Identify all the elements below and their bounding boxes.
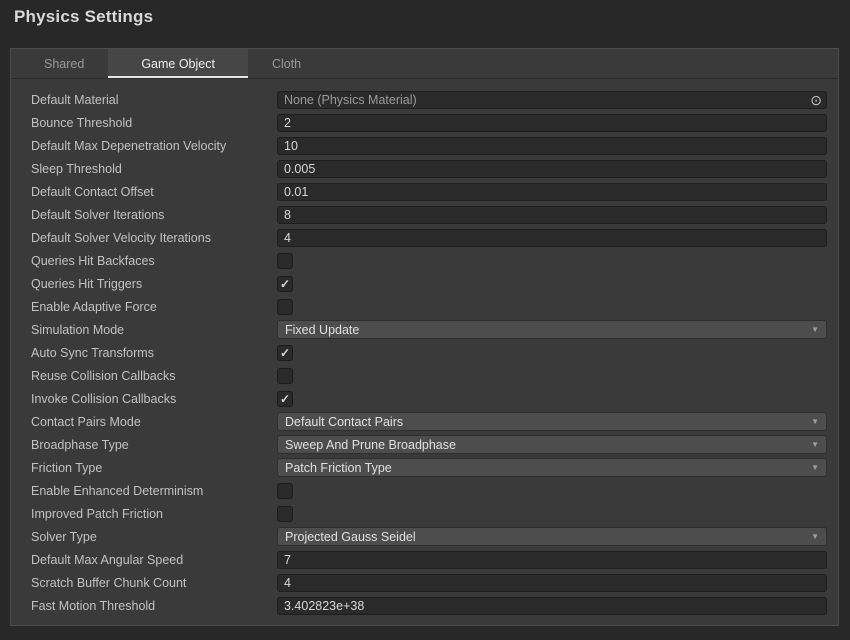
row-contact-pairs-mode: Contact Pairs Mode Default Contact Pairs… — [11, 410, 838, 433]
check-icon: ✓ — [280, 392, 290, 406]
row-default-material: Default Material None (Physics Material)… — [11, 88, 838, 111]
chevron-down-icon: ▼ — [811, 464, 819, 472]
chevron-down-icon: ▼ — [811, 533, 819, 541]
reuse-collision-callbacks-checkbox[interactable] — [277, 368, 293, 384]
field-label: Bounce Threshold — [31, 116, 277, 130]
field-label: Queries Hit Backfaces — [31, 254, 277, 268]
row-queries-hit-triggers: Queries Hit Triggers ✓ — [11, 272, 838, 295]
row-default-solver-velocity-iterations: Default Solver Velocity Iterations — [11, 226, 838, 249]
row-scratch-buffer-chunk-count: Scratch Buffer Chunk Count — [11, 571, 838, 594]
improved-patch-friction-checkbox[interactable] — [277, 506, 293, 522]
tab-cloth[interactable]: Cloth — [248, 49, 325, 78]
row-improved-patch-friction: Improved Patch Friction — [11, 502, 838, 525]
queries-hit-triggers-checkbox[interactable]: ✓ — [277, 276, 293, 292]
field-label: Default Material — [31, 93, 277, 107]
broadphase-type-dropdown[interactable]: Sweep And Prune Broadphase ▼ — [277, 435, 827, 454]
dropdown-value: Fixed Update — [285, 323, 359, 337]
row-sleep-threshold: Sleep Threshold — [11, 157, 838, 180]
field-label: Scratch Buffer Chunk Count — [31, 576, 277, 590]
dropdown-value: Projected Gauss Seidel — [285, 530, 416, 544]
tab-game-object[interactable]: Game Object — [108, 49, 248, 78]
field-label: Default Solver Velocity Iterations — [31, 231, 277, 245]
queries-hit-backfaces-checkbox[interactable] — [277, 253, 293, 269]
object-field-value: None (Physics Material) — [284, 93, 417, 107]
row-bounce-threshold: Bounce Threshold — [11, 111, 838, 134]
row-solver-type: Solver Type Projected Gauss Seidel ▼ — [11, 525, 838, 548]
enable-enhanced-determinism-checkbox[interactable] — [277, 483, 293, 499]
chevron-down-icon: ▼ — [811, 326, 819, 334]
default-material-object-field[interactable]: None (Physics Material) ⊙ — [277, 91, 827, 109]
default-max-angular-speed-input[interactable] — [277, 551, 827, 569]
row-auto-sync-transforms: Auto Sync Transforms ✓ — [11, 341, 838, 364]
row-invoke-collision-callbacks: Invoke Collision Callbacks ✓ — [11, 387, 838, 410]
chevron-down-icon: ▼ — [811, 418, 819, 426]
default-contact-offset-input[interactable] — [277, 183, 827, 201]
friction-type-dropdown[interactable]: Patch Friction Type ▼ — [277, 458, 827, 477]
row-default-contact-offset: Default Contact Offset — [11, 180, 838, 203]
default-solver-iterations-input[interactable] — [277, 206, 827, 224]
physics-settings-window: { "window": { "title": "Physics Settings… — [0, 0, 850, 640]
scratch-buffer-chunk-count-input[interactable] — [277, 574, 827, 592]
field-label: Fast Motion Threshold — [31, 599, 277, 613]
field-label: Contact Pairs Mode — [31, 415, 277, 429]
auto-sync-transforms-checkbox[interactable]: ✓ — [277, 345, 293, 361]
check-icon: ✓ — [280, 277, 290, 291]
field-label: Solver Type — [31, 530, 277, 544]
chevron-down-icon: ▼ — [811, 441, 819, 449]
page-title: Physics Settings — [0, 0, 850, 27]
row-fast-motion-threshold: Fast Motion Threshold — [11, 594, 838, 617]
simulation-mode-dropdown[interactable]: Fixed Update ▼ — [277, 320, 827, 339]
field-label: Broadphase Type — [31, 438, 277, 452]
field-label: Default Max Depenetration Velocity — [31, 139, 277, 153]
field-label: Queries Hit Triggers — [31, 277, 277, 291]
sleep-threshold-input[interactable] — [277, 160, 827, 178]
bounce-threshold-input[interactable] — [277, 114, 827, 132]
row-default-max-depenetration-velocity: Default Max Depenetration Velocity — [11, 134, 838, 157]
invoke-collision-callbacks-checkbox[interactable]: ✓ — [277, 391, 293, 407]
enable-adaptive-force-checkbox[interactable] — [277, 299, 293, 315]
default-max-depenetration-velocity-input[interactable] — [277, 137, 827, 155]
tab-bar: Shared Game Object Cloth — [11, 49, 838, 79]
field-label: Auto Sync Transforms — [31, 346, 277, 360]
row-default-solver-iterations: Default Solver Iterations — [11, 203, 838, 226]
field-label: Sleep Threshold — [31, 162, 277, 176]
field-label: Friction Type — [31, 461, 277, 475]
contact-pairs-mode-dropdown[interactable]: Default Contact Pairs ▼ — [277, 412, 827, 431]
settings-panel: Shared Game Object Cloth Default Materia… — [10, 48, 839, 626]
field-label: Default Solver Iterations — [31, 208, 277, 222]
fast-motion-threshold-input[interactable] — [277, 597, 827, 615]
row-friction-type: Friction Type Patch Friction Type ▼ — [11, 456, 838, 479]
field-label: Default Contact Offset — [31, 185, 277, 199]
field-label: Reuse Collision Callbacks — [31, 369, 277, 383]
field-label: Invoke Collision Callbacks — [31, 392, 277, 406]
row-simulation-mode: Simulation Mode Fixed Update ▼ — [11, 318, 838, 341]
row-enable-enhanced-determinism: Enable Enhanced Determinism — [11, 479, 838, 502]
field-label: Enable Adaptive Force — [31, 300, 277, 314]
solver-type-dropdown[interactable]: Projected Gauss Seidel ▼ — [277, 527, 827, 546]
dropdown-value: Patch Friction Type — [285, 461, 392, 475]
row-enable-adaptive-force: Enable Adaptive Force — [11, 295, 838, 318]
field-label: Improved Patch Friction — [31, 507, 277, 521]
row-reuse-collision-callbacks: Reuse Collision Callbacks — [11, 364, 838, 387]
tab-shared[interactable]: Shared — [20, 49, 108, 78]
row-queries-hit-backfaces: Queries Hit Backfaces — [11, 249, 838, 272]
default-solver-velocity-iterations-input[interactable] — [277, 229, 827, 247]
settings-content: Default Material None (Physics Material)… — [11, 79, 838, 617]
field-label: Enable Enhanced Determinism — [31, 484, 277, 498]
field-label: Default Max Angular Speed — [31, 553, 277, 567]
object-picker-icon[interactable]: ⊙ — [810, 93, 822, 107]
row-default-max-angular-speed: Default Max Angular Speed — [11, 548, 838, 571]
dropdown-value: Default Contact Pairs — [285, 415, 403, 429]
row-broadphase-type: Broadphase Type Sweep And Prune Broadpha… — [11, 433, 838, 456]
dropdown-value: Sweep And Prune Broadphase — [285, 438, 456, 452]
field-label: Simulation Mode — [31, 323, 277, 337]
check-icon: ✓ — [280, 346, 290, 360]
